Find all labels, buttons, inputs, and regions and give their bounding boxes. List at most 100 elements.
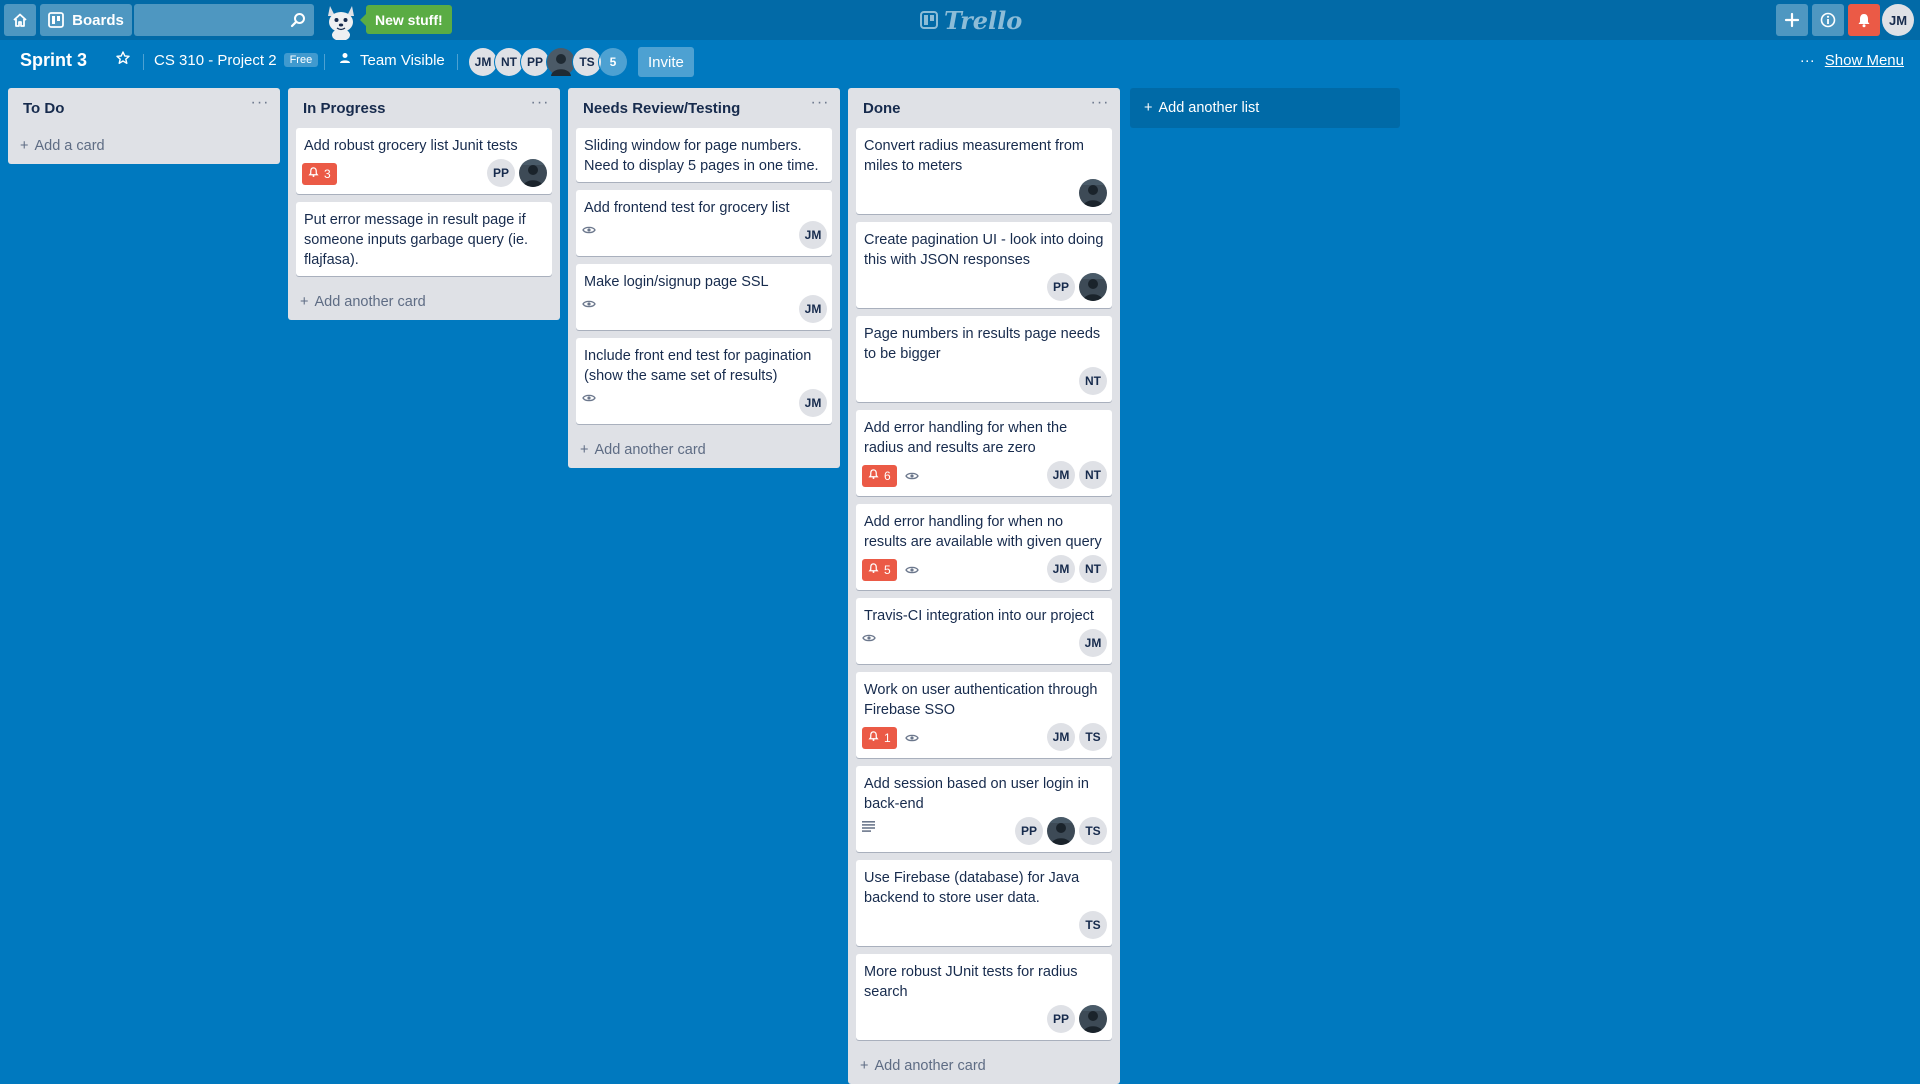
card-badges — [582, 225, 596, 235]
member-avatar[interactable]: JM — [1047, 461, 1075, 489]
member-avatar[interactable]: TS — [1079, 723, 1107, 751]
list-menu-icon[interactable]: ··· — [250, 95, 270, 116]
card-members — [1079, 179, 1107, 207]
member-photo-avatar[interactable] — [1079, 1005, 1107, 1033]
team-button[interactable]: CS 310 - Project 2 Free — [154, 44, 319, 76]
member-avatar[interactable]: TS — [573, 48, 601, 76]
card-badges: 1 — [862, 727, 919, 749]
header-divider — [324, 54, 325, 70]
card[interactable]: Work on user authentication through Fire… — [856, 672, 1112, 758]
member-avatar[interactable]: JM — [1079, 629, 1107, 657]
star-button[interactable] — [113, 44, 133, 76]
card[interactable]: Make login/signup page SSL JM — [576, 264, 832, 330]
home-button[interactable] — [4, 4, 36, 36]
card[interactable]: Create pagination UI - look into doing t… — [856, 222, 1112, 308]
member-photo-avatar[interactable] — [1079, 273, 1107, 301]
list-0: To Do ··· + Add a card — [8, 88, 280, 164]
member-photo-avatar[interactable] — [519, 159, 547, 187]
member-avatar[interactable]: TS — [1079, 817, 1107, 845]
card[interactable]: Convert radius measurement from miles to… — [856, 128, 1112, 214]
top-bar: Boards New stuff! Trello JM — [0, 0, 1920, 41]
card[interactable]: Include front end test for pagination (s… — [576, 338, 832, 424]
member-photo-avatar[interactable] — [1047, 817, 1075, 845]
new-stuff-badge[interactable]: New stuff! — [360, 5, 452, 34]
create-button[interactable] — [1776, 4, 1808, 36]
member-avatar[interactable]: PP — [1047, 273, 1075, 301]
add-card-label: Add another card — [594, 442, 706, 458]
boards-button[interactable]: Boards — [40, 4, 132, 36]
card[interactable]: Add error handling for when the radius a… — [856, 410, 1112, 496]
add-card-button[interactable]: + Add a card — [8, 128, 280, 164]
extra-members-count[interactable]: 5 — [599, 48, 627, 76]
member-avatar[interactable]: NT — [1079, 461, 1107, 489]
search-icon[interactable] — [290, 12, 306, 33]
member-avatar[interactable]: JM — [1047, 723, 1075, 751]
boards-icon — [48, 12, 65, 28]
trello-logo[interactable]: Trello — [920, 6, 1022, 35]
card[interactable]: Add error handling for when no results a… — [856, 504, 1112, 590]
taco-mascot-icon[interactable] — [322, 2, 360, 41]
add-card-button[interactable]: + Add another card — [288, 284, 560, 320]
card[interactable]: Sliding window for page numbers. Need to… — [576, 128, 832, 182]
member-avatar[interactable]: JM — [469, 48, 497, 76]
bell-icon — [1856, 12, 1872, 28]
member-avatar[interactable]: JM — [799, 221, 827, 249]
card[interactable]: Use Firebase (database) for Java backend… — [856, 860, 1112, 946]
member-avatar[interactable]: NT — [1079, 555, 1107, 583]
card[interactable]: Travis-CI integration into our project JM — [856, 598, 1112, 664]
card-title: Put error message in result page if some… — [304, 212, 529, 268]
card-footer: PP — [864, 272, 1107, 302]
card-title: Travis-CI integration into our project — [864, 608, 1094, 624]
card-members: PP — [1047, 1005, 1107, 1033]
list-title[interactable]: Done — [863, 100, 901, 117]
member-avatar[interactable]: TS — [1079, 911, 1107, 939]
card[interactable]: Add frontend test for grocery list JM — [576, 190, 832, 256]
card[interactable]: Put error message in result page if some… — [296, 202, 552, 276]
list-title[interactable]: Needs Review/Testing — [583, 100, 740, 117]
show-menu-button[interactable]: ··· Show Menu — [1800, 44, 1904, 76]
card[interactable]: Add session based on user login in back-… — [856, 766, 1112, 852]
card[interactable]: Add robust grocery list Junit tests 3 PP — [296, 128, 552, 194]
list-title[interactable]: In Progress — [303, 100, 386, 117]
star-icon — [116, 51, 130, 69]
info-icon — [1820, 12, 1836, 28]
card-title: Add robust grocery list Junit tests — [304, 138, 518, 154]
member-avatar[interactable]: JM — [799, 295, 827, 323]
plus-icon: + — [580, 442, 589, 458]
member-avatar[interactable]: PP — [1047, 1005, 1075, 1033]
member-avatar[interactable]: NT — [495, 48, 523, 76]
list-header: Needs Review/Testing ··· — [568, 88, 840, 128]
board-title[interactable]: Sprint 3 — [20, 44, 87, 76]
card-footer: 5 JM NT — [862, 554, 1107, 584]
watching-eye-icon — [904, 471, 919, 481]
info-button[interactable] — [1812, 4, 1844, 36]
card-members: PP — [1047, 273, 1107, 301]
member-avatar[interactable]: JM — [1047, 555, 1075, 583]
add-list-button[interactable]: + Add another list — [1130, 88, 1400, 128]
member-photo-avatar[interactable] — [547, 48, 575, 76]
search-input[interactable] — [134, 4, 300, 36]
notifications-button[interactable] — [1848, 4, 1880, 36]
invite-button[interactable]: Invite — [638, 47, 694, 77]
member-avatar[interactable]: NT — [1079, 367, 1107, 395]
visibility-button[interactable]: Team Visible — [338, 44, 445, 76]
header-divider — [143, 54, 144, 70]
member-photo-avatar[interactable] — [1079, 179, 1107, 207]
card-badges — [862, 633, 876, 643]
list-menu-icon[interactable]: ··· — [1090, 95, 1110, 116]
member-avatar[interactable]: PP — [487, 159, 515, 187]
member-avatar[interactable]: PP — [521, 48, 549, 76]
card-title: Page numbers in results page needs to be… — [864, 326, 1101, 362]
member-avatar[interactable]: PP — [1015, 817, 1043, 845]
card-badges: 3 — [302, 163, 337, 185]
card-members: JM NT — [1047, 555, 1107, 583]
card[interactable]: More robust JUnit tests for radius searc… — [856, 954, 1112, 1040]
card[interactable]: Page numbers in results page needs to be… — [856, 316, 1112, 402]
list-menu-icon[interactable]: ··· — [530, 95, 550, 116]
list-menu-icon[interactable]: ··· — [810, 95, 830, 116]
user-avatar[interactable]: JM — [1882, 4, 1914, 36]
card-footer: 3 PP — [302, 158, 547, 188]
add-card-button[interactable]: + Add another card — [568, 432, 840, 468]
list-title[interactable]: To Do — [23, 100, 64, 117]
member-avatar[interactable]: JM — [799, 389, 827, 417]
